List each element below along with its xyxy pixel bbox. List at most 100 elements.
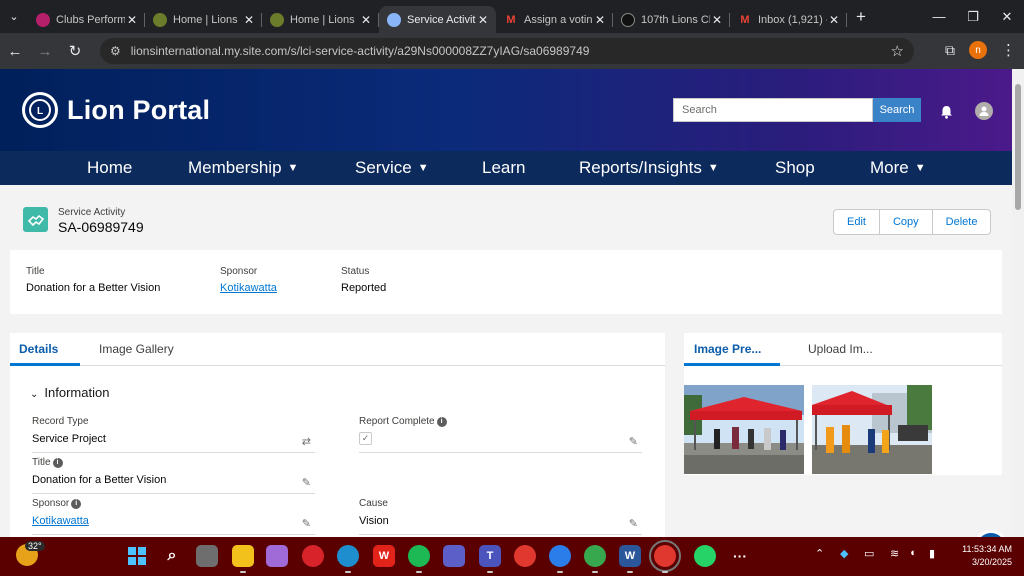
tab-search-chevron-icon[interactable]: ⌄ xyxy=(0,0,28,33)
tray-chevron-up-icon[interactable]: ⌃ xyxy=(815,547,824,560)
opera-icon[interactable] xyxy=(302,545,324,567)
scrollbar-thumb[interactable] xyxy=(1015,84,1021,210)
chrome-profile-icon[interactable] xyxy=(549,545,571,573)
whatsapp-icon[interactable] xyxy=(694,545,716,567)
display-icon[interactable]: ▭ xyxy=(864,547,874,560)
gmail-icon: M xyxy=(504,12,518,27)
images-panel: Image Pre... Upload Im... xyxy=(684,333,1002,475)
tab-image-preview[interactable]: Image Pre... xyxy=(694,342,761,356)
nav-shop[interactable]: Shop xyxy=(775,151,815,185)
edit-pencil-icon[interactable]: ✎ xyxy=(302,476,311,489)
tab-close-icon[interactable]: ✕ xyxy=(242,13,256,27)
nav-more[interactable]: More ▼ xyxy=(870,151,926,185)
user-avatar-icon[interactable] xyxy=(975,102,993,120)
highlight-status: Status Reported xyxy=(341,266,386,294)
minimize-icon[interactable]: — xyxy=(922,0,956,33)
defender-icon[interactable]: ◆ xyxy=(840,547,848,560)
url-text[interactable]: lionsinternational.my.site.com/s/lci-ser… xyxy=(131,44,891,58)
sponsor-link[interactable]: Kotikawatta xyxy=(220,282,277,294)
tab-close-icon[interactable]: ✕ xyxy=(359,13,373,27)
browser-tab[interactable]: Home | Lions ✕ xyxy=(262,6,379,33)
teams-work-icon[interactable]: T xyxy=(479,545,501,573)
info-icon[interactable]: i xyxy=(52,457,63,468)
site-search-button[interactable]: Search xyxy=(873,98,921,122)
tab-upload-images[interactable]: Upload Im... xyxy=(808,342,873,356)
close-window-icon[interactable]: ✕ xyxy=(990,0,1024,33)
section-information[interactable]: ⌄ Information xyxy=(30,385,109,400)
extensions-icon[interactable]: ⧉ xyxy=(945,42,955,59)
chrome-icon[interactable] xyxy=(514,545,536,567)
page-scrollbar[interactable] xyxy=(1012,69,1024,537)
nav-membership[interactable]: Membership ▼ xyxy=(188,151,298,185)
notification-bell-icon[interactable] xyxy=(940,105,953,122)
nav-service[interactable]: Service ▼ xyxy=(355,151,429,185)
edit-pencil-icon[interactable]: ✎ xyxy=(302,517,311,530)
wps-icon[interactable]: W xyxy=(373,545,395,567)
tab-title: Inbox (1,921) - xyxy=(758,13,827,26)
volume-icon[interactable]: ◖ xyxy=(909,547,916,559)
search-icon[interactable]: ⌕ xyxy=(161,545,183,567)
nav-home[interactable]: Home xyxy=(87,151,132,185)
info-icon[interactable]: i xyxy=(436,416,447,427)
tab-close-icon[interactable]: ✕ xyxy=(125,13,139,27)
reload-icon[interactable]: ↻ xyxy=(60,42,90,60)
spotify-icon[interactable] xyxy=(408,545,430,573)
copilot-icon[interactable] xyxy=(266,545,288,567)
site-info-icon[interactable]: ⚙ xyxy=(110,44,121,58)
edge-icon[interactable] xyxy=(337,545,359,573)
tab-image-gallery[interactable]: Image Gallery xyxy=(99,342,174,356)
browser-tab[interactable]: Clubs Perform ✕ xyxy=(28,6,145,33)
tab-details[interactable]: Details xyxy=(19,342,58,356)
more-apps-icon[interactable]: ··· xyxy=(729,545,751,567)
change-record-type-icon[interactable]: ⇄ xyxy=(302,435,311,448)
browser-tab[interactable]: 107th Lions Cl ✕ xyxy=(613,6,730,33)
system-clock[interactable]: 11:53:34 AM 3/20/2025 xyxy=(950,543,1012,569)
field-label: Sponsor xyxy=(32,498,70,509)
tab-close-icon[interactable]: ✕ xyxy=(476,13,490,27)
browser-tab-active[interactable]: Service Activit ✕ xyxy=(379,6,496,33)
edit-pencil-icon[interactable]: ✎ xyxy=(629,435,638,448)
address-bar[interactable]: ⚙ lionsinternational.my.site.com/s/lci-s… xyxy=(100,38,914,64)
nav-reports-insights[interactable]: Reports/Insights ▼ xyxy=(579,151,719,185)
report-complete-checkbox[interactable]: ✓ xyxy=(359,432,372,445)
tab-close-icon[interactable]: ✕ xyxy=(593,13,607,27)
delete-button[interactable]: Delete xyxy=(931,210,991,234)
field-report-complete: Report Complete i ✓ ✎ xyxy=(359,416,642,453)
search-placeholder: Search xyxy=(682,104,717,116)
service-activity-icon xyxy=(23,207,48,232)
word-icon[interactable]: W xyxy=(619,545,641,573)
chrome-active-icon[interactable] xyxy=(649,540,681,573)
new-tab-button[interactable]: + xyxy=(847,7,875,27)
lions-emblem-icon: L xyxy=(22,92,58,128)
browser-tab[interactable]: M Assign a votin ✕ xyxy=(496,6,613,33)
chrome-profile-icon[interactable] xyxy=(584,545,606,573)
gallery-image[interactable] xyxy=(684,385,804,474)
nav-learn[interactable]: Learn xyxy=(482,151,525,185)
profile-avatar[interactable]: n xyxy=(969,41,987,59)
battery-icon[interactable]: ▮ xyxy=(929,547,935,560)
sponsor-link[interactable]: Kotikawatta xyxy=(32,515,315,527)
windows-start-icon[interactable] xyxy=(126,545,148,567)
tab-close-icon[interactable]: ✕ xyxy=(827,13,841,27)
back-arrow-icon[interactable]: ← xyxy=(0,43,30,60)
info-icon[interactable]: i xyxy=(71,498,82,509)
wifi-icon[interactable]: ≋ xyxy=(890,547,899,560)
file-explorer-icon[interactable] xyxy=(232,545,254,573)
edit-button[interactable]: Edit xyxy=(834,210,879,234)
bookmark-star-icon[interactable]: ☆ xyxy=(891,42,904,60)
restore-icon[interactable]: ❐ xyxy=(956,0,990,33)
gallery-image[interactable] xyxy=(812,385,932,474)
browser-menu-icon[interactable]: ⋮ xyxy=(1001,41,1016,59)
task-view-icon[interactable] xyxy=(196,545,218,567)
tab-close-icon[interactable]: ✕ xyxy=(710,13,724,27)
tab-favicon-icon xyxy=(270,12,284,27)
forward-arrow-icon[interactable]: → xyxy=(30,43,60,60)
browser-tab[interactable]: Home | Lions ✕ xyxy=(145,6,262,33)
teams-icon[interactable] xyxy=(443,545,465,567)
edit-pencil-icon[interactable]: ✎ xyxy=(629,517,638,530)
details-panel: Details Image Gallery ⌄ Information Recor… xyxy=(10,333,665,548)
copy-button[interactable]: Copy xyxy=(878,210,932,234)
site-search-input[interactable]: Search xyxy=(673,98,873,122)
browser-tab[interactable]: M Inbox (1,921) - ✕ xyxy=(730,6,847,33)
site-logo[interactable]: L Lion Portal xyxy=(22,92,210,128)
